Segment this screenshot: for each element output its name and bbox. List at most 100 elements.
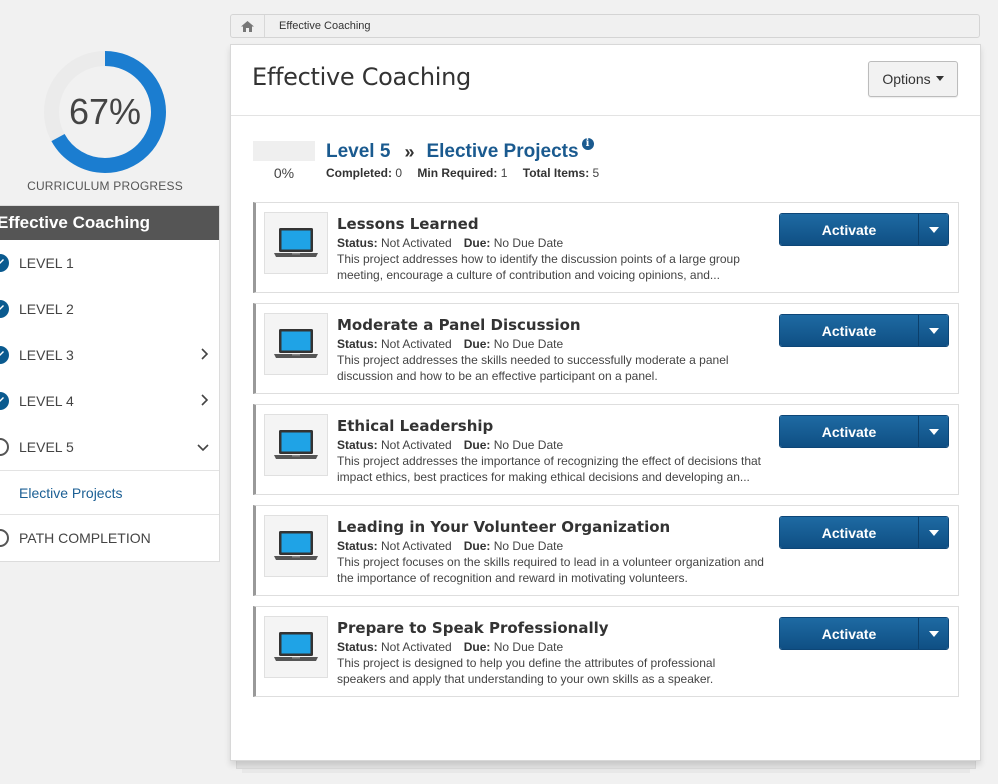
project-thumbnail[interactable] bbox=[264, 212, 328, 274]
empty-circle-icon bbox=[0, 438, 9, 456]
due-value: No Due Date bbox=[493, 438, 564, 452]
sidebar-item-level-4[interactable]: LEVEL 4 bbox=[0, 378, 219, 424]
sidebar-item-path-completion[interactable]: PATH COMPLETION bbox=[0, 515, 219, 561]
project-title[interactable]: Prepare to Speak Professionally bbox=[337, 619, 609, 637]
caret-down-icon bbox=[935, 75, 944, 81]
due-label: Due: bbox=[463, 438, 491, 452]
completed-value: 0 bbox=[395, 166, 403, 180]
due-value: No Due Date bbox=[493, 539, 564, 553]
status-value: Not Activated bbox=[381, 438, 452, 452]
caret-down-icon bbox=[928, 327, 939, 334]
activate-button-group: Activate bbox=[779, 415, 949, 448]
breadcrumb: Effective Coaching bbox=[230, 14, 980, 38]
min-required-value: 1 bbox=[500, 166, 508, 180]
options-button[interactable]: Options bbox=[868, 61, 958, 97]
checkmark-circle-icon bbox=[0, 254, 9, 272]
project-thumbnail[interactable] bbox=[264, 313, 328, 375]
level-stats: Completed: 0 Min Required: 1 Total Items… bbox=[326, 166, 611, 180]
project-thumbnail[interactable] bbox=[264, 414, 328, 476]
caret-down-icon bbox=[928, 529, 939, 536]
activate-button[interactable]: Activate bbox=[780, 214, 918, 245]
due-value: No Due Date bbox=[493, 640, 564, 654]
project-description: This project is designed to help you def… bbox=[337, 656, 716, 686]
status-label: Status: bbox=[337, 539, 378, 553]
double-chevron-icon: » bbox=[404, 141, 415, 162]
project-status: Status: Not Activated Due: No Due Date bbox=[337, 438, 563, 452]
section-name: Elective Projects bbox=[426, 141, 579, 162]
project-description: This project addresses the importance of… bbox=[337, 454, 762, 484]
caret-down-icon bbox=[928, 226, 939, 233]
sidebar-item-level-5[interactable]: LEVEL 5 bbox=[0, 424, 219, 470]
activate-button[interactable]: Activate bbox=[780, 618, 918, 649]
info-icon[interactable]: i bbox=[581, 138, 594, 150]
chevron-right-icon[interactable] bbox=[201, 393, 209, 409]
sidebar: Effective Coaching LEVEL 1 LEVEL 2 LEVEL 3… bbox=[0, 205, 220, 562]
due-label: Due: bbox=[463, 337, 491, 351]
activate-dropdown-toggle[interactable] bbox=[918, 214, 948, 245]
project-title[interactable]: Ethical Leadership bbox=[337, 417, 493, 435]
panel-stack-shadow bbox=[242, 769, 970, 773]
activate-button[interactable]: Activate bbox=[780, 315, 918, 346]
project-status: Status: Not Activated Due: No Due Date bbox=[337, 539, 563, 553]
project-thumbnail[interactable] bbox=[264, 515, 328, 577]
due-value: No Due Date bbox=[493, 337, 564, 351]
due-label: Due: bbox=[463, 640, 491, 654]
activate-dropdown-toggle[interactable] bbox=[918, 315, 948, 346]
options-button-label: Options bbox=[882, 71, 931, 87]
project-thumbnail[interactable] bbox=[264, 616, 328, 678]
sidebar-heading-text: Effective Coaching bbox=[0, 213, 151, 232]
sidebar-item-level-3[interactable]: LEVEL 3 bbox=[0, 332, 219, 378]
project-title[interactable]: Moderate a Panel Discussion bbox=[337, 316, 581, 334]
project-description: This project focuses on the skills requi… bbox=[337, 555, 764, 585]
sidebar-item-label: LEVEL 1 bbox=[19, 255, 74, 271]
activate-button-group: Activate bbox=[779, 314, 949, 347]
status-label: Status: bbox=[337, 640, 378, 654]
activate-button-group: Activate bbox=[779, 213, 949, 246]
status-label: Status: bbox=[337, 438, 378, 452]
project-description: This project addresses the skills needed… bbox=[337, 353, 729, 383]
project-status: Status: Not Activated Due: No Due Date bbox=[337, 236, 563, 250]
sidebar-item-level-2[interactable]: LEVEL 2 bbox=[0, 286, 219, 332]
project-title[interactable]: Lessons Learned bbox=[337, 215, 479, 233]
checkmark-circle-icon bbox=[0, 392, 9, 410]
laptop-icon bbox=[274, 632, 318, 661]
due-label: Due: bbox=[463, 539, 491, 553]
page-title: Effective Coaching bbox=[252, 63, 471, 91]
home-icon bbox=[241, 20, 254, 32]
completed-label: Completed: bbox=[326, 166, 392, 180]
project-card: Ethical Leadership Status: Not Activated D… bbox=[253, 404, 959, 495]
activate-button[interactable]: Activate bbox=[780, 416, 918, 447]
breadcrumb-current[interactable]: Effective Coaching bbox=[265, 20, 371, 32]
chevron-right-icon[interactable] bbox=[201, 347, 209, 363]
status-value: Not Activated bbox=[381, 337, 452, 351]
sidebar-item-label: LEVEL 2 bbox=[19, 301, 74, 317]
sidebar-item-label: LEVEL 4 bbox=[19, 393, 74, 409]
activate-button-group: Activate bbox=[779, 617, 949, 650]
total-items-value: 5 bbox=[592, 166, 600, 180]
project-card: Moderate a Panel Discussion Status: Not A… bbox=[253, 303, 959, 394]
activate-button-group: Activate bbox=[779, 516, 949, 549]
project-title[interactable]: Leading in Your Volunteer Organization bbox=[337, 518, 670, 536]
activate-dropdown-toggle[interactable] bbox=[918, 618, 948, 649]
status-value: Not Activated bbox=[381, 640, 452, 654]
sidebar-item-label: PATH COMPLETION bbox=[19, 530, 151, 546]
project-description: This project addresses how to identify t… bbox=[337, 252, 740, 282]
sidebar-item-elective-projects[interactable]: Elective Projects bbox=[0, 470, 219, 515]
checkmark-circle-icon bbox=[0, 346, 9, 364]
activate-dropdown-toggle[interactable] bbox=[918, 517, 948, 548]
due-value: No Due Date bbox=[493, 236, 564, 250]
laptop-icon bbox=[274, 531, 318, 560]
laptop-icon bbox=[274, 430, 318, 459]
due-label: Due: bbox=[463, 236, 491, 250]
caret-down-icon bbox=[928, 630, 939, 637]
sidebar-heading[interactable]: Effective Coaching bbox=[0, 206, 219, 240]
breadcrumb-home[interactable] bbox=[231, 15, 265, 37]
chevron-down-icon[interactable] bbox=[197, 439, 209, 455]
level-name: Level 5 bbox=[326, 141, 391, 162]
curriculum-progress-percent: 67% bbox=[68, 91, 142, 132]
curriculum-progress-label: CURRICULUM PROGRESS bbox=[27, 179, 183, 193]
activate-button[interactable]: Activate bbox=[780, 517, 918, 548]
sidebar-item-level-1[interactable]: LEVEL 1 bbox=[0, 240, 219, 286]
activate-dropdown-toggle[interactable] bbox=[918, 416, 948, 447]
checkmark-circle-icon bbox=[0, 300, 9, 318]
